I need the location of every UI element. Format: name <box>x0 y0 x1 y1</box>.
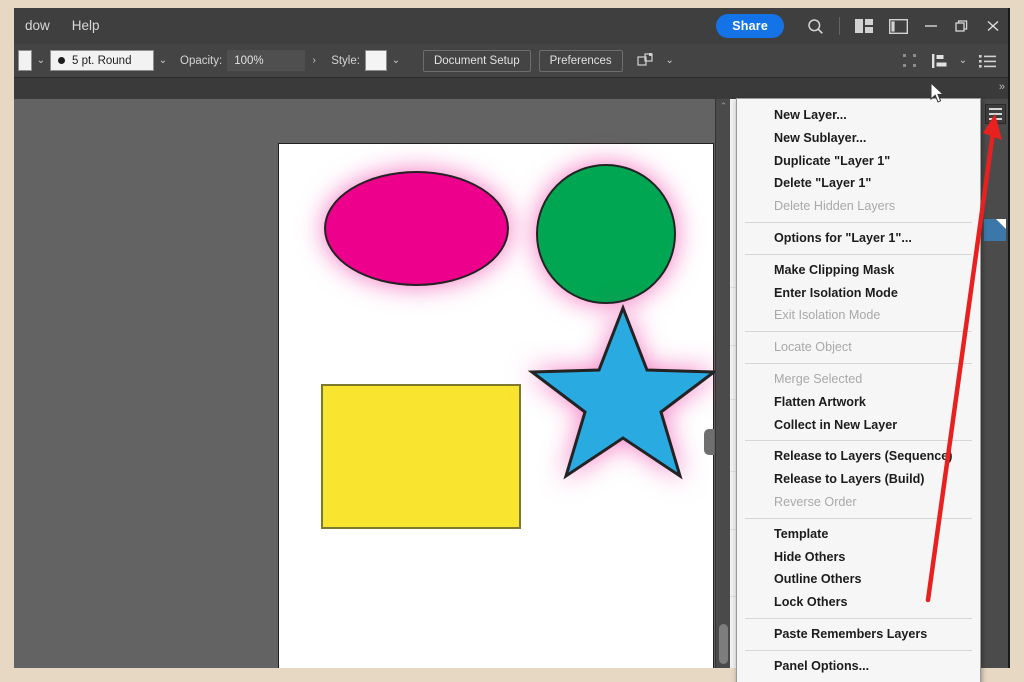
menu-item[interactable]: New Layer... <box>737 104 980 127</box>
menu-item: Reverse Order <box>774 494 857 509</box>
opacity-label: Opacity: <box>180 54 223 67</box>
menu-item: Exit Isolation Mode <box>774 308 881 323</box>
screenshot-root: dow Help Share ⌄ 5 pt. Round ⌄ Opacity: … <box>0 0 1024 682</box>
style-chevron-down-icon[interactable]: ⌄ <box>387 55 405 66</box>
minimize-icon[interactable] <box>915 8 946 44</box>
menu-item[interactable]: Options for "Layer 1"... <box>737 227 980 250</box>
menu-item[interactable]: New Sublayer... <box>737 127 980 150</box>
scroll-up-chevron-icon[interactable]: ⌃ <box>716 101 731 112</box>
menu-item[interactable]: Template <box>737 523 980 546</box>
menu-item[interactable]: Flatten Artwork <box>737 391 980 414</box>
panel-rail-swatch-icon[interactable] <box>984 219 1006 241</box>
share-button[interactable]: Share <box>716 14 784 38</box>
shape-rectangle-yellow[interactable] <box>321 384 521 529</box>
scrollbar-thumb[interactable] <box>719 624 728 664</box>
options-bar: ⌄ 5 pt. Round ⌄ Opacity: 100% › Style: ⌄… <box>14 44 1008 78</box>
stroke-chevron-down-icon[interactable]: ⌄ <box>32 55 50 66</box>
menu-separator <box>745 331 972 333</box>
panel-toggle-icon[interactable] <box>881 8 915 44</box>
dotted-grid-icon[interactable] <box>894 44 924 78</box>
list-view-icon[interactable] <box>972 44 1002 78</box>
opacity-value: 100% <box>234 54 264 67</box>
layers-panel-flyout-menu[interactable]: New Layer... New Sublayer... Duplicate "La… <box>736 98 981 682</box>
select-similar-icon[interactable] <box>631 44 661 78</box>
canvas-area[interactable] <box>14 99 730 668</box>
menu-separator <box>745 221 972 223</box>
brush-dot-icon <box>58 57 65 64</box>
menu-item[interactable]: Delete "Layer 1" <box>737 172 980 195</box>
style-swatch[interactable] <box>364 50 387 71</box>
opacity-more-icon[interactable]: › <box>305 55 323 66</box>
brush-chevron-down-icon[interactable]: ⌄ <box>154 55 172 66</box>
panel-menu-hamburger-icon[interactable] <box>985 104 1006 124</box>
close-icon[interactable] <box>977 8 1008 44</box>
arrange-documents-icon[interactable] <box>847 8 881 44</box>
menu-item: Merge Selected <box>774 371 863 386</box>
toolbar-divider <box>839 17 840 35</box>
panel-rail <box>981 99 1008 668</box>
menu-item: Locate Object <box>774 340 852 355</box>
brush-definition-value: 5 pt. Round <box>72 54 132 67</box>
menu-item[interactable]: Enter Isolation Mode <box>737 282 980 305</box>
opacity-input[interactable]: 100% <box>227 50 306 71</box>
brush-definition-field[interactable]: 5 pt. Round <box>50 50 154 71</box>
select-similar-chevron-down-icon[interactable]: ⌄ <box>661 55 679 66</box>
search-icon[interactable] <box>798 8 832 44</box>
menu-window[interactable]: dow <box>14 8 61 44</box>
canvas-resize-grip[interactable] <box>704 429 714 455</box>
menu-item[interactable]: Release to Layers (Sequence) <box>737 445 980 468</box>
menu-item[interactable]: Hide Others <box>737 546 980 569</box>
style-label: Style: <box>331 54 360 67</box>
menu-item[interactable]: Release to Layers (Build) <box>737 468 980 491</box>
stroke-preview[interactable] <box>18 50 32 71</box>
menu-separator <box>745 617 972 619</box>
shape-star-blue[interactable] <box>527 302 719 482</box>
menu-item[interactable]: Duplicate "Layer 1" <box>737 150 980 173</box>
align-icon[interactable] <box>924 44 954 78</box>
menu-item[interactable]: Outline Others <box>737 568 980 591</box>
menu-separator <box>745 362 972 364</box>
menu-help[interactable]: Help <box>61 8 111 44</box>
menu-separator <box>745 253 972 255</box>
menu-separator <box>745 517 972 519</box>
canvas-vertical-scrollbar[interactable]: ⌃ <box>715 99 730 668</box>
options-bar-right: ⌄ <box>894 44 1008 78</box>
shape-ellipse-pink[interactable] <box>324 171 509 286</box>
panel-expand-chevrons-icon[interactable]: » <box>999 81 1005 93</box>
menu-bar: dow Help Share <box>14 8 1008 44</box>
titlebar-actions: Share <box>716 8 1008 44</box>
menu-item[interactable]: Paste Remembers Layers <box>737 623 980 646</box>
menu-separator <box>745 440 972 442</box>
document-setup-button[interactable]: Document Setup <box>422 49 531 72</box>
menu-item[interactable]: Make Clipping Mask <box>737 259 980 282</box>
menu-item[interactable]: Lock Others <box>737 591 980 614</box>
menu-item: Delete Hidden Layers <box>774 199 896 214</box>
menu-item[interactable]: Panel Options... <box>737 655 980 678</box>
mouse-cursor <box>930 82 945 103</box>
restore-icon[interactable] <box>946 8 977 44</box>
align-chevron-down-icon[interactable]: ⌄ <box>954 55 972 66</box>
artboard[interactable] <box>278 143 719 668</box>
menu-item[interactable]: Collect in New Layer <box>737 414 980 437</box>
document-tab-bar: » <box>14 79 1008 99</box>
menu-separator <box>745 649 972 651</box>
preferences-button[interactable]: Preferences <box>538 49 623 72</box>
shape-circle-green[interactable] <box>536 164 676 304</box>
